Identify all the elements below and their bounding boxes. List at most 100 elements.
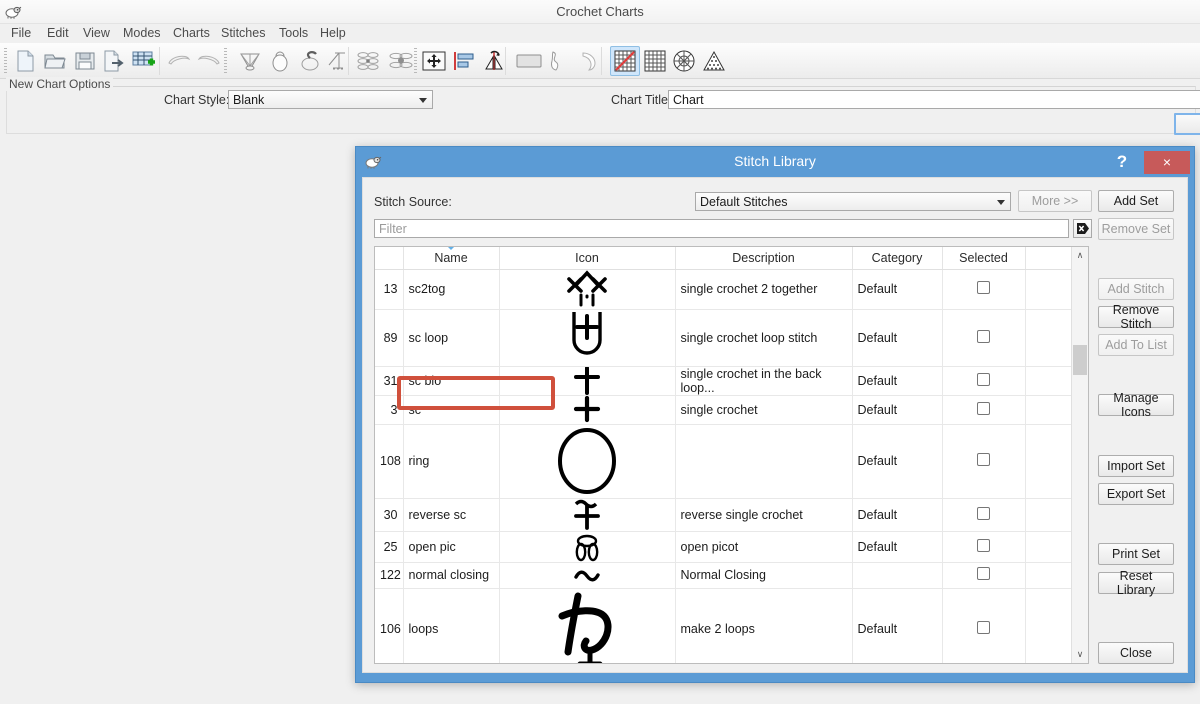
window-title-bar: Crochet Charts xyxy=(0,0,1200,24)
selected-checkbox[interactable] xyxy=(977,506,990,520)
export-document-icon[interactable] xyxy=(99,46,129,76)
remove-set-button[interactable]: Remove Set xyxy=(1098,218,1174,240)
triangle-chart-icon[interactable] xyxy=(699,46,729,76)
remove-stitch-button[interactable]: Remove Stitch xyxy=(1098,303,1174,331)
window-title: Crochet Charts xyxy=(556,4,644,19)
rectangle-shape-icon[interactable] xyxy=(514,46,544,76)
stitch-loop-icon[interactable] xyxy=(265,46,295,76)
column-header-description[interactable]: Description xyxy=(675,247,853,270)
table-row[interactable]: 3 sc single crochet Default xyxy=(375,395,1073,425)
menu-item-stitches[interactable]: Stitches xyxy=(218,26,268,40)
scroll-up-icon[interactable]: ∧ xyxy=(1072,247,1088,264)
mirror-tool-icon[interactable] xyxy=(479,46,509,76)
add-stitch-button[interactable]: Add Stitch xyxy=(1098,278,1174,300)
menu-item-help[interactable]: Help xyxy=(317,26,349,40)
open-folder-icon[interactable] xyxy=(40,46,70,76)
menu-item-file[interactable]: File xyxy=(8,26,34,40)
stitch-table[interactable]: Name Icon Description Category Selected … xyxy=(374,246,1089,664)
menu-item-edit[interactable]: Edit xyxy=(44,26,72,40)
help-icon[interactable]: ? xyxy=(1110,150,1134,174)
export-set-button[interactable]: Export Set xyxy=(1098,483,1174,505)
close-icon[interactable]: × xyxy=(1144,151,1190,174)
table-vertical-scrollbar[interactable]: ∧ ∨ xyxy=(1071,247,1088,663)
cell-index: 122 xyxy=(375,562,404,589)
new-document-icon[interactable] xyxy=(10,46,40,76)
grid-on-icon[interactable] xyxy=(640,46,670,76)
cell-selected[interactable] xyxy=(942,395,1026,425)
selected-checkbox[interactable] xyxy=(977,567,990,580)
redo-arrow-icon[interactable] xyxy=(194,46,224,76)
stitch-hook-icon[interactable] xyxy=(294,46,324,76)
stitch-fan-icon[interactable] xyxy=(235,46,265,76)
chain-rows-icon[interactable] xyxy=(355,46,385,76)
menu-item-modes[interactable]: Modes xyxy=(120,26,164,40)
arc-shape-icon[interactable] xyxy=(574,46,604,76)
toolbar-grip-2[interactable] xyxy=(224,48,227,74)
filter-input[interactable]: Filter xyxy=(374,219,1069,238)
table-row[interactable]: 122 normal closing Normal Closing xyxy=(375,562,1073,589)
table-row[interactable]: 13 sc2tog single crochet 2 together Defa… xyxy=(375,269,1073,310)
cell-description: open picot xyxy=(675,531,853,563)
cell-selected[interactable] xyxy=(942,562,1026,589)
table-row[interactable]: 30 reverse sc reverse single crochet Def… xyxy=(375,498,1073,532)
align-left-icon[interactable] xyxy=(449,46,479,76)
add-set-button[interactable]: Add Set xyxy=(1098,190,1174,212)
menu-item-tools[interactable]: Tools xyxy=(276,26,311,40)
scrollbar-thumb[interactable] xyxy=(1073,345,1087,375)
selected-checkbox[interactable] xyxy=(977,538,990,552)
menu-item-charts[interactable]: Charts xyxy=(170,26,213,40)
column-header-category[interactable]: Category xyxy=(852,247,943,270)
chain-center-icon[interactable] xyxy=(386,46,416,76)
move-tool-icon[interactable] xyxy=(419,46,449,76)
column-header-name[interactable]: Name xyxy=(403,247,500,270)
selected-checkbox[interactable] xyxy=(977,281,990,294)
selected-checkbox[interactable] xyxy=(977,329,990,343)
column-header-selected[interactable]: Selected xyxy=(942,247,1026,270)
cell-selected[interactable] xyxy=(942,269,1026,310)
print-set-button[interactable]: Print Set xyxy=(1098,543,1174,565)
stitch-row-icon[interactable] xyxy=(323,46,353,76)
main-toolbar xyxy=(0,43,1200,79)
cell-category: Default xyxy=(852,531,943,563)
cell-selected[interactable] xyxy=(942,309,1026,367)
chart-title-input[interactable]: Chart xyxy=(668,90,1200,109)
manage-icons-button[interactable]: Manage Icons xyxy=(1098,391,1174,419)
partial-action-button[interactable] xyxy=(1174,113,1200,135)
cell-selected[interactable] xyxy=(942,424,1026,499)
reset-library-button[interactable]: Reset Library xyxy=(1098,569,1174,597)
add-to-list-button[interactable]: Add To List xyxy=(1098,334,1174,356)
cell-spacer xyxy=(1025,531,1073,563)
table-row[interactable]: 108 ring Default xyxy=(375,424,1073,499)
cell-selected[interactable] xyxy=(942,531,1026,563)
column-header-index[interactable] xyxy=(375,247,404,270)
selected-checkbox[interactable] xyxy=(977,401,990,415)
selected-checkbox[interactable] xyxy=(977,620,990,634)
column-header-icon[interactable]: Icon xyxy=(499,247,676,270)
undo-arrow-icon[interactable] xyxy=(164,46,194,76)
scroll-down-icon[interactable]: ∨ xyxy=(1072,646,1088,663)
cell-selected[interactable] xyxy=(942,588,1026,663)
new-chart-icon[interactable] xyxy=(129,46,159,76)
stitch-source-select[interactable]: Default Stitches xyxy=(695,192,1011,211)
table-row[interactable]: 31 sc blo single crochet in the back loo… xyxy=(375,366,1073,396)
table-row[interactable]: 89 sc loop single crochet loop stitch De… xyxy=(375,309,1073,367)
import-set-button[interactable]: Import Set xyxy=(1098,455,1174,477)
curve-shape-icon[interactable] xyxy=(545,46,575,76)
round-chart-icon[interactable] xyxy=(669,46,699,76)
grid-off-icon[interactable] xyxy=(610,46,640,76)
clear-x-icon[interactable] xyxy=(1073,219,1092,238)
table-row[interactable]: 25 open pic open picot Default xyxy=(375,531,1073,563)
filter-placeholder: Filter xyxy=(379,222,407,236)
more-button[interactable]: More >> xyxy=(1018,190,1092,212)
chart-style-select[interactable]: Blank xyxy=(228,90,433,109)
cell-selected[interactable] xyxy=(942,366,1026,396)
cell-selected[interactable] xyxy=(942,498,1026,532)
save-floppy-icon[interactable] xyxy=(70,46,100,76)
selected-checkbox[interactable] xyxy=(977,372,990,386)
selected-checkbox[interactable] xyxy=(977,453,990,466)
menu-item-view[interactable]: View xyxy=(80,26,113,40)
open-picot-glyph xyxy=(499,531,676,563)
close-button[interactable]: Close xyxy=(1098,642,1174,664)
table-row[interactable]: 106 loops make 2 loops Default xyxy=(375,588,1073,663)
toolbar-grip-1[interactable] xyxy=(4,48,7,74)
